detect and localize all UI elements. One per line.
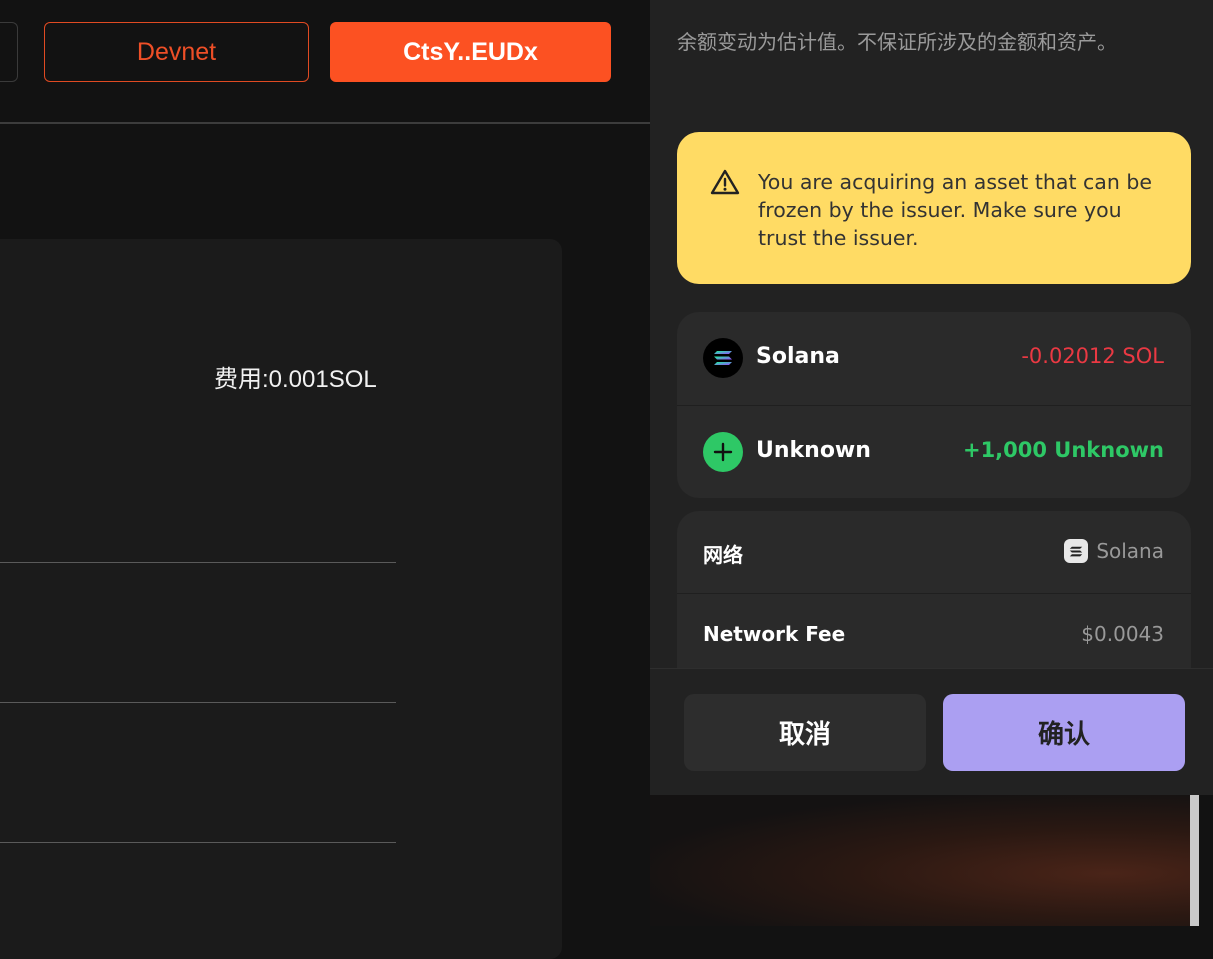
detail-row-network-fee: Network Fee $0.0043 bbox=[677, 593, 1191, 676]
transaction-details: 网络 Solana Network Fee $0.0043 bbox=[677, 511, 1191, 691]
cancel-button[interactable]: 取消 bbox=[684, 694, 926, 771]
header-divider bbox=[0, 122, 650, 124]
divider bbox=[0, 842, 396, 843]
warning-text: You are acquiring an asset that can be f… bbox=[758, 170, 1152, 250]
token-amount: +1,000 Unknown bbox=[962, 438, 1164, 462]
solana-icon bbox=[1064, 539, 1089, 563]
background-glow bbox=[650, 795, 1190, 926]
balance-changes: Solana -0.02012 SOL Unknown +1,000 Unkno… bbox=[677, 312, 1191, 498]
header-button-partial[interactable] bbox=[0, 22, 18, 82]
divider bbox=[0, 702, 396, 703]
balance-disclaimer: 余额变动为估计值。不保证所涉及的金额和资产。 bbox=[677, 30, 1117, 54]
divider bbox=[0, 562, 396, 563]
freeze-warning: You are acquiring an asset that can be f… bbox=[677, 132, 1191, 284]
detail-label: 网络 bbox=[703, 543, 743, 567]
token-amount: -0.02012 SOL bbox=[1021, 344, 1164, 368]
plus-icon bbox=[703, 432, 743, 472]
warning-triangle-icon bbox=[710, 168, 740, 196]
network-name: Solana bbox=[1096, 539, 1164, 563]
window-scrollbar[interactable] bbox=[1190, 795, 1213, 926]
solana-icon bbox=[703, 338, 743, 378]
network-button[interactable]: Devnet bbox=[44, 22, 309, 82]
wallet-popup: 余额变动为估计值。不保证所涉及的金额和资产。 You are acquiring… bbox=[650, 0, 1213, 795]
detail-value: $0.0043 bbox=[1081, 622, 1164, 646]
fee-text: 费用:0.001SOL bbox=[214, 366, 377, 393]
popup-footer: 取消 确认 bbox=[650, 668, 1213, 795]
transaction-card bbox=[0, 239, 562, 959]
detail-label: Network Fee bbox=[703, 622, 846, 646]
wallet-address-button[interactable]: CtsY..EUDx bbox=[330, 22, 611, 82]
dapp-page: Devnet CtsY..EUDx 费用:0.001SOL bbox=[0, 0, 650, 959]
balance-change-row: Solana -0.02012 SOL bbox=[677, 312, 1191, 405]
token-name: Unknown bbox=[756, 438, 871, 463]
detail-value: Solana bbox=[1064, 539, 1164, 563]
confirm-button[interactable]: 确认 bbox=[943, 694, 1185, 771]
balance-change-row: Unknown +1,000 Unknown bbox=[677, 405, 1191, 498]
token-name: Solana bbox=[756, 344, 840, 369]
detail-row-network: 网络 Solana bbox=[677, 511, 1191, 593]
